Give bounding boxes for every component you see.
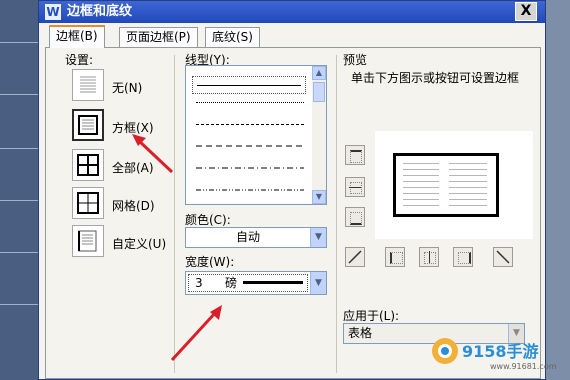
arrow-to-box-setting bbox=[132, 134, 174, 174]
tab-borders[interactable]: 边框(B) bbox=[49, 25, 105, 48]
arrow-to-width-select bbox=[170, 305, 222, 362]
watermark-url: www.91681.com bbox=[490, 362, 557, 371]
watermark: 9158手游 www.91681.com bbox=[430, 332, 570, 380]
watermark-logo-icon bbox=[432, 338, 458, 364]
annotation-arrows bbox=[132, 134, 222, 362]
watermark-brand: 9158手游 bbox=[462, 342, 539, 361]
